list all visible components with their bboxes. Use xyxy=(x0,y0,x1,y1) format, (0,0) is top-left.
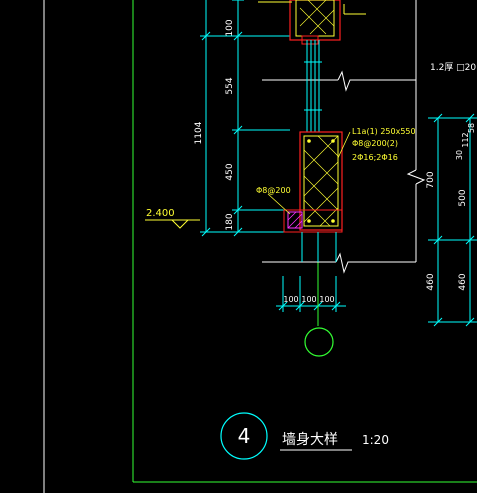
dim-right-outer: 700 xyxy=(426,171,436,188)
detail-scale: 1:20 xyxy=(362,433,389,447)
dim-left-seg-2: 554 xyxy=(225,77,235,94)
dim-right-seg-1: 500 xyxy=(458,189,468,206)
dim-bottom-2: 100 xyxy=(301,295,316,304)
level-label: 2.400 xyxy=(146,208,175,219)
dim-right-small-1: 30 xyxy=(455,150,464,160)
dim-right-small-3: 58 xyxy=(467,123,476,133)
dim-right-seg-2: 460 xyxy=(426,273,436,290)
dim-right-seg-3: 460 xyxy=(458,273,468,290)
beam-bars: 2Φ16;2Φ16 xyxy=(352,153,398,162)
detail-number: 4 xyxy=(238,424,251,448)
window-frame xyxy=(304,40,322,132)
dim-left-seg-4: 180 xyxy=(225,213,235,230)
axis-bubble xyxy=(304,327,334,357)
wall-note: 1.2厚 □20 xyxy=(430,62,476,73)
bottom-dimension-chain xyxy=(276,276,346,312)
dim-left-seg-3: 450 xyxy=(225,163,235,180)
dim-bottom-1: 100 xyxy=(283,295,298,304)
dim-bottom-3: 100 xyxy=(319,295,334,304)
detail-title: 墙身大样 xyxy=(282,432,338,448)
dim-left-seg-1: 100 xyxy=(225,19,235,36)
wall-outlines xyxy=(262,0,426,274)
upper-beam-section xyxy=(258,0,366,45)
beam-label: L1a(1) 250x550 xyxy=(352,127,416,136)
tie-label: Φ8@200 xyxy=(256,186,291,195)
beam-stirrup: Φ8@200(2) xyxy=(352,139,398,148)
dim-left-outer: 1104 xyxy=(194,121,204,144)
level-marker xyxy=(145,219,200,229)
dim-right-small-2: 112 xyxy=(461,132,470,147)
section-drawing: 1104 100 554 450 180 100 100 100 700 500… xyxy=(43,0,477,493)
sill-ledge xyxy=(267,193,343,262)
left-dimension-chain xyxy=(200,0,300,237)
